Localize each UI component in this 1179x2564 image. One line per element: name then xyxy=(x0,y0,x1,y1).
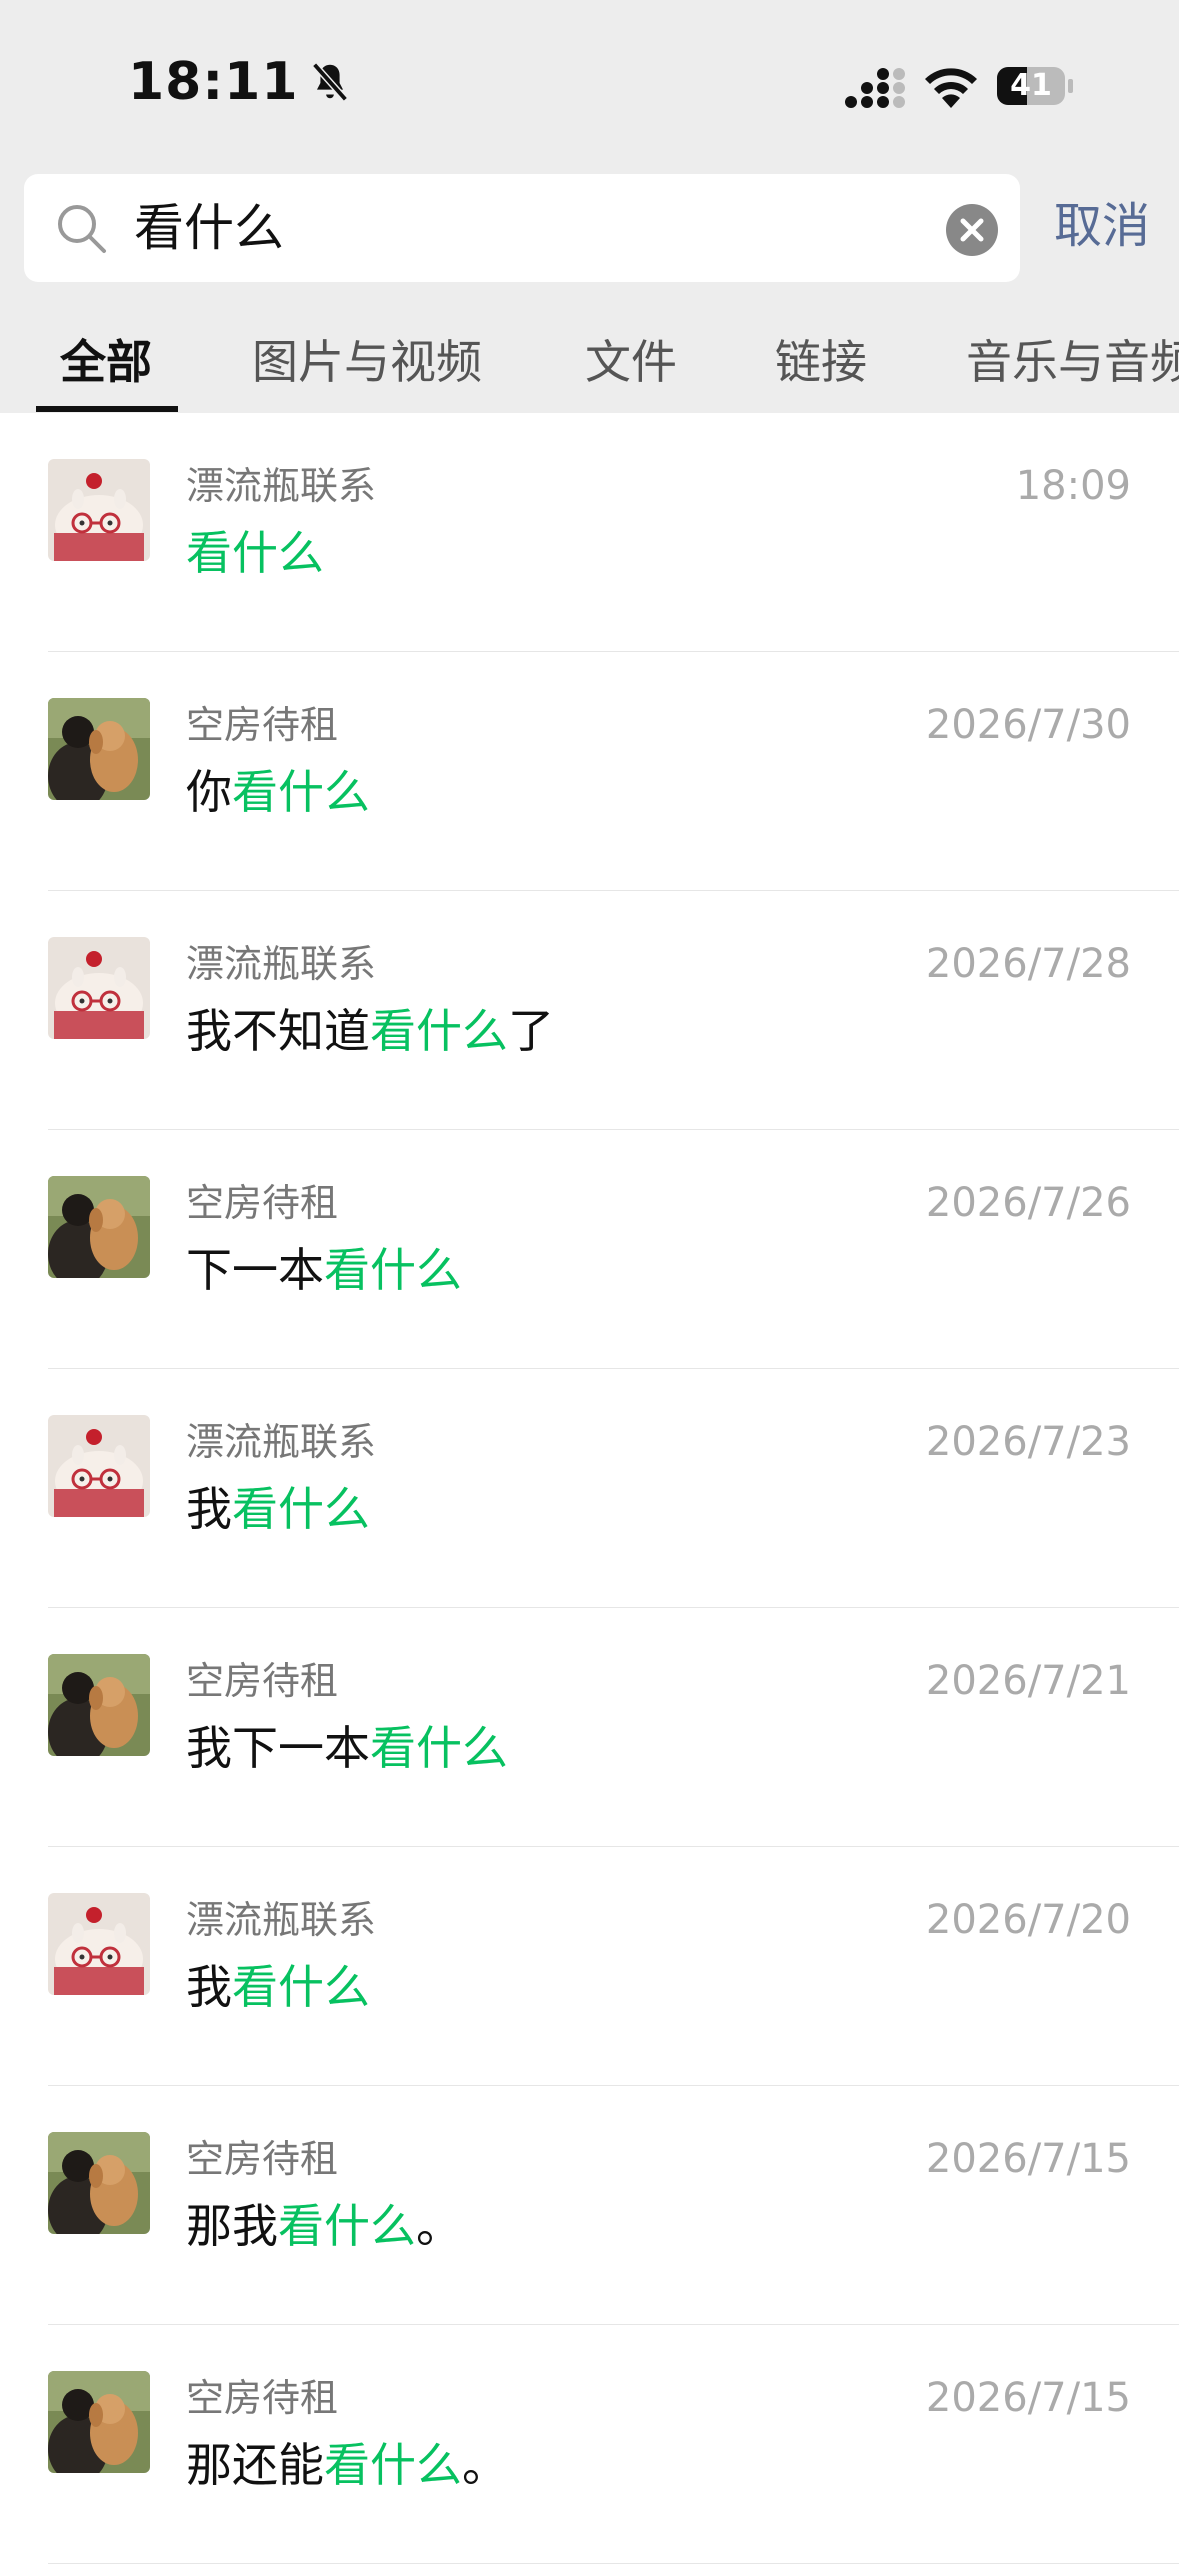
search-icon xyxy=(58,205,106,253)
snippet-after: 。 xyxy=(416,2199,462,2253)
snippet-before: 我 xyxy=(186,1482,232,1536)
result-row[interactable]: 漂流瓶联系 2026/7/23 我看什么 xyxy=(0,1369,1179,1608)
result-row[interactable]: 空房待租 2026/7/15 那我看什么。 xyxy=(0,2086,1179,2325)
tab-music-audio[interactable]: 音乐与音频 xyxy=(966,332,1179,392)
message-snippet: 我看什么 xyxy=(186,1479,370,1539)
cake-avatar-icon xyxy=(48,1893,150,1995)
result-row[interactable]: 空房待租 2026/7/30 你看什么 xyxy=(0,652,1179,891)
message-snippet: 我下一本看什么 xyxy=(186,1718,508,1778)
snippet-match: 看什么 xyxy=(186,526,324,580)
status-time-group: 18:11 xyxy=(128,52,353,112)
snippet-before: 我 xyxy=(186,1960,232,2014)
battery-icon: 41 xyxy=(996,64,1076,108)
dog-avatar-icon xyxy=(48,1654,150,1756)
snippet-match: 看什么 xyxy=(370,1004,508,1058)
dog-avatar-icon xyxy=(48,698,150,800)
message-date: 2026/7/30 xyxy=(925,702,1131,748)
avatar[interactable] xyxy=(48,1176,150,1278)
result-row[interactable]: 漂流瓶联系 2026/7/20 我看什么 xyxy=(0,1847,1179,2086)
status-time: 18:11 xyxy=(128,52,299,112)
message-date: 18:09 xyxy=(1015,463,1131,509)
message-date: 2026/7/20 xyxy=(925,1897,1131,1943)
dog-avatar-icon xyxy=(48,2371,150,2473)
snippet-match: 看什么 xyxy=(278,2199,416,2253)
snippet-after: 。 xyxy=(462,2438,508,2492)
message-date: 2026/7/21 xyxy=(925,1658,1131,1704)
snippet-before: 你 xyxy=(186,765,232,819)
avatar[interactable] xyxy=(48,1893,150,1995)
active-tab-indicator xyxy=(36,406,178,412)
tab-links[interactable]: 链接 xyxy=(775,332,867,392)
contact-name: 漂流瓶联系 xyxy=(186,1420,377,1464)
avatar[interactable] xyxy=(48,1654,150,1756)
search-bar[interactable]: 看什么 xyxy=(24,174,1020,282)
snippet-before: 我不知道 xyxy=(186,1004,370,1058)
contact-name: 空房待租 xyxy=(186,703,339,747)
result-row[interactable]: 空房待租 2026/7/21 我下一本看什么 xyxy=(0,1608,1179,1847)
cancel-button[interactable]: 取消 xyxy=(1054,196,1150,256)
contact-name: 空房待租 xyxy=(186,2376,339,2420)
header: 18:11 41 看什么 取消 全部 图片与视频 文件 链接 音乐与音频 xyxy=(0,0,1179,413)
bell-slash-icon xyxy=(311,62,348,102)
snippet-match: 看什么 xyxy=(232,1960,370,2014)
message-date: 2026/7/15 xyxy=(925,2136,1131,2182)
result-row[interactable]: 漂流瓶联系 18:09 看什么 xyxy=(0,413,1179,652)
contact-name: 空房待租 xyxy=(186,1181,339,1225)
tab-images-videos[interactable]: 图片与视频 xyxy=(252,332,482,392)
snippet-before: 我下一本 xyxy=(186,1721,370,1775)
contact-name: 漂流瓶联系 xyxy=(186,464,377,508)
snippet-match: 看什么 xyxy=(232,765,370,819)
avatar[interactable] xyxy=(48,2371,150,2473)
message-snippet: 下一本看什么 xyxy=(186,1240,462,1300)
message-date: 2026/7/28 xyxy=(925,941,1131,987)
avatar[interactable] xyxy=(48,2132,150,2234)
avatar[interactable] xyxy=(48,698,150,800)
wifi-icon xyxy=(925,68,977,108)
avatar[interactable] xyxy=(48,459,150,561)
message-snippet: 你看什么 xyxy=(186,762,370,822)
snippet-match: 看什么 xyxy=(324,1243,462,1297)
snippet-match: 看什么 xyxy=(324,2438,462,2492)
cake-avatar-icon xyxy=(48,937,150,1039)
message-snippet: 我不知道看什么了 xyxy=(186,1001,554,1061)
contact-name: 空房待租 xyxy=(186,2137,339,2181)
cake-avatar-icon xyxy=(48,1415,150,1517)
message-snippet: 那我看什么。 xyxy=(186,2196,462,2256)
avatar[interactable] xyxy=(48,1415,150,1517)
status-bar: 18:11 41 xyxy=(0,0,1179,170)
result-row[interactable]: 漂流瓶联系 2026/7/28 我不知道看什么了 xyxy=(0,891,1179,1130)
battery-level: 41 xyxy=(1010,68,1052,103)
dog-avatar-icon xyxy=(48,2132,150,2234)
filter-tabs: 全部 图片与视频 文件 链接 音乐与音频 xyxy=(0,320,1179,413)
snippet-match: 看什么 xyxy=(370,1721,508,1775)
message-date: 2026/7/15 xyxy=(925,2375,1131,2421)
message-snippet: 看什么 xyxy=(186,523,324,583)
tab-files[interactable]: 文件 xyxy=(585,332,677,392)
contact-name: 漂流瓶联系 xyxy=(186,942,377,986)
cake-avatar-icon xyxy=(48,459,150,561)
result-row[interactable]: 空房待租 2026/7/15 那还能看什么。 xyxy=(0,2325,1179,2564)
search-results: 漂流瓶联系 18:09 看什么 空房待租 2026/7/30 你看什么 漂流瓶联… xyxy=(0,413,1179,2564)
message-date: 2026/7/23 xyxy=(925,1419,1131,1465)
snippet-before: 那还能 xyxy=(186,2438,324,2492)
message-snippet: 那还能看什么。 xyxy=(186,2435,508,2495)
snippet-after: 了 xyxy=(508,1004,554,1058)
contact-name: 漂流瓶联系 xyxy=(186,1898,377,1942)
signal-icon xyxy=(845,68,905,108)
search-input[interactable]: 看什么 xyxy=(134,196,284,260)
tab-all[interactable]: 全部 xyxy=(60,332,152,392)
snippet-before: 那我 xyxy=(186,2199,278,2253)
message-snippet: 我看什么 xyxy=(186,1957,370,2017)
contact-name: 空房待租 xyxy=(186,1659,339,1703)
message-date: 2026/7/26 xyxy=(925,1180,1131,1226)
clear-icon[interactable] xyxy=(946,204,998,256)
dog-avatar-icon xyxy=(48,1176,150,1278)
result-row[interactable]: 空房待租 2026/7/26 下一本看什么 xyxy=(0,1130,1179,1369)
snippet-match: 看什么 xyxy=(232,1482,370,1536)
avatar[interactable] xyxy=(48,937,150,1039)
snippet-before: 下一本 xyxy=(186,1243,324,1297)
